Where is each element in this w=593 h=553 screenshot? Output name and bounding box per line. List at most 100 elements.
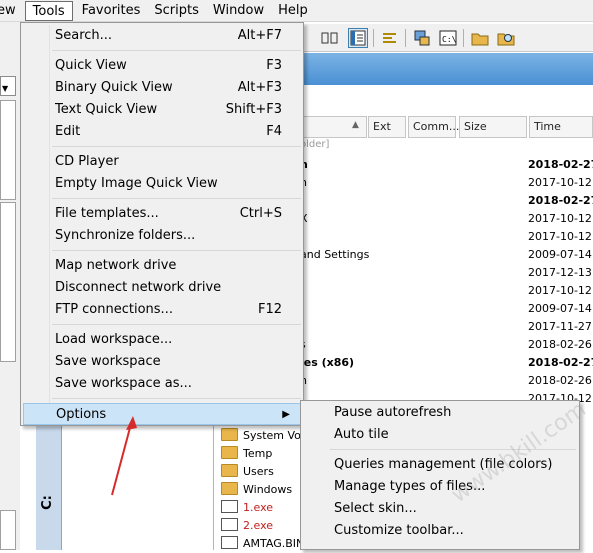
file-name: AMTAG.BIN: [243, 537, 305, 550]
svg-text:C:\: C:\: [442, 35, 457, 44]
column-header-time[interactable]: Time: [529, 116, 593, 138]
panel-view-icon[interactable]: [348, 28, 368, 48]
menu-item-label: Binary Quick View: [55, 80, 173, 95]
file-icon: [221, 518, 238, 531]
file-time: 2018-02-27 ...: [528, 356, 593, 369]
parent-folder-row[interactable]: older]: [300, 139, 329, 150]
submenu-item-auto-tile[interactable]: Auto tile: [303, 424, 577, 446]
file-list-item[interactable]: Temp: [221, 445, 272, 463]
menu-item-map-network-drive[interactable]: Map network drive: [23, 255, 301, 277]
folder-icon: [221, 464, 238, 477]
file-name: Windows: [243, 483, 293, 496]
file-list-item[interactable]: AMTAG.BIN: [221, 535, 304, 553]
left-pane-middle: [0, 202, 16, 362]
file-time: 2017-10-12 ...: [528, 212, 593, 225]
folder-icon: [221, 428, 238, 441]
menu-item-shortcut: F12: [257, 302, 282, 317]
left-pane-lower: [0, 510, 16, 550]
menu-item-shortcut: Alt+F3: [237, 80, 282, 95]
file-name: Users: [243, 465, 274, 478]
submenu-item-customize-toolbar[interactable]: Customize toolbar...: [303, 520, 577, 542]
submenu-arrow-icon: ▶: [282, 409, 290, 420]
file-name: System Vol: [243, 429, 304, 442]
menu-item-options[interactable]: Options ▶: [23, 403, 301, 425]
column-header-size[interactable]: Size: [459, 116, 527, 138]
submenu-item-select-skin[interactable]: Select skin...: [303, 498, 577, 520]
file-list-item[interactable]: System Vol: [221, 427, 304, 445]
menu-item-quick-view[interactable]: Quick View F3: [23, 55, 301, 77]
options-submenu: Pause autorefresh Auto tile Queries manage…: [300, 400, 580, 550]
menu-item-shortcut: F4: [266, 124, 282, 139]
submenu-item-label: Customize toolbar...: [334, 523, 464, 538]
menu-view[interactable]: ew: [0, 1, 23, 21]
menu-item-label: Disconnect network drive: [55, 280, 222, 295]
menu-item-label: FTP connections...: [55, 302, 173, 317]
left-pane-upper: [0, 100, 16, 200]
dropdown-arrow-icon: ▼: [2, 84, 9, 93]
menu-separator: [52, 250, 301, 251]
toolbar-separator: [405, 29, 406, 47]
menu-item-label: CD Player: [55, 154, 119, 169]
menu-help[interactable]: Help: [271, 1, 315, 21]
file-time: 2009-07-14 ...: [528, 248, 593, 261]
menu-item-edit[interactable]: Edit F4: [23, 121, 301, 143]
compare-icon[interactable]: [320, 28, 340, 48]
submenu-item-manage-types-of-files[interactable]: Manage types of files...: [303, 476, 577, 498]
search-folder-icon[interactable]: [496, 28, 516, 48]
panel-header: [300, 53, 593, 85]
file-name[interactable]: les (x86): [300, 354, 354, 372]
menu-window[interactable]: Window: [206, 1, 271, 21]
file-list-item[interactable]: Users: [221, 463, 274, 481]
menu-item-label: Map network drive: [55, 258, 177, 273]
menu-separator: [52, 398, 301, 399]
file-time: 2018-02-26 ...: [528, 338, 593, 351]
file-name[interactable]: and Settings: [300, 246, 369, 264]
menu-item-file-templates[interactable]: File templates... Ctrl+S: [23, 203, 301, 225]
file-icon: [221, 536, 238, 549]
open-folder-icon[interactable]: [470, 28, 490, 48]
tools-menu: Search... Alt+F7 Quick View F3 Binary Quick …: [20, 22, 304, 426]
file-list-item[interactable]: 1.exe: [221, 499, 273, 517]
menu-tools[interactable]: Tools: [24, 0, 73, 21]
menu-item-label: File templates...: [55, 206, 159, 221]
submenu-item-label: Queries management (file colors): [334, 457, 553, 472]
menu-item-search[interactable]: Search... Alt+F7: [23, 25, 301, 47]
file-list-item[interactable]: Windows: [221, 481, 292, 499]
column-header-comment[interactable]: Comm...: [408, 116, 459, 138]
file-time: 2018-02-26 ...: [528, 374, 593, 387]
menu-item-binary-quick-view[interactable]: Binary Quick View Alt+F3: [23, 77, 301, 99]
submenu-item-queries-management-file-colors[interactable]: Queries management (file colors): [303, 454, 577, 476]
file-name: Temp: [243, 447, 273, 460]
menu-item-label: Synchronize folders...: [55, 228, 196, 243]
column-header-ext[interactable]: Ext: [368, 116, 406, 138]
menu-separator: [52, 324, 301, 325]
command-prompt-icon[interactable]: C:\: [438, 28, 458, 48]
file-list-item[interactable]: 2.exe: [221, 517, 273, 535]
menu-scripts[interactable]: Scripts: [147, 1, 205, 21]
drive-label[interactable]: C:: [40, 495, 55, 510]
network-icon[interactable]: [412, 28, 432, 48]
file-list-top: [300, 85, 593, 115]
menu-item-label: Empty Image Quick View: [55, 176, 218, 191]
menu-item-cd-player[interactable]: CD Player: [23, 151, 301, 173]
menu-separator: [52, 146, 301, 147]
file-name: 2.exe: [243, 519, 274, 532]
menu-item-ftp-connections[interactable]: FTP connections... F12: [23, 299, 301, 321]
menu-item-text-quick-view[interactable]: Text Quick View Shift+F3: [23, 99, 301, 121]
folder-icon: [221, 482, 238, 495]
menu-item-empty-image-quick-view[interactable]: Empty Image Quick View: [23, 173, 301, 195]
file-time: 2018-02-27 ...: [528, 158, 593, 171]
menu-item-disconnect-network-drive[interactable]: Disconnect network drive: [23, 277, 301, 299]
align-text-icon[interactable]: [380, 28, 400, 48]
menu-item-save-workspace[interactable]: Save workspace: [23, 351, 301, 373]
menu-item-label: Options: [56, 407, 107, 422]
menu-item-synchronize-folders[interactable]: Synchronize folders...: [23, 225, 301, 247]
file-time: 2017-10-12 ...: [528, 230, 593, 243]
menu-favorites[interactable]: Favorites: [75, 1, 148, 21]
file-time: 2017-10-12 ...: [528, 284, 593, 297]
menu-item-label: Save workspace as...: [55, 376, 192, 391]
submenu-item-pause-autorefresh[interactable]: Pause autorefresh: [303, 402, 577, 424]
menu-item-load-workspace[interactable]: Load workspace...: [23, 329, 301, 351]
submenu-item-label: Auto tile: [334, 427, 389, 442]
menu-item-save-workspace-as[interactable]: Save workspace as...: [23, 373, 301, 395]
